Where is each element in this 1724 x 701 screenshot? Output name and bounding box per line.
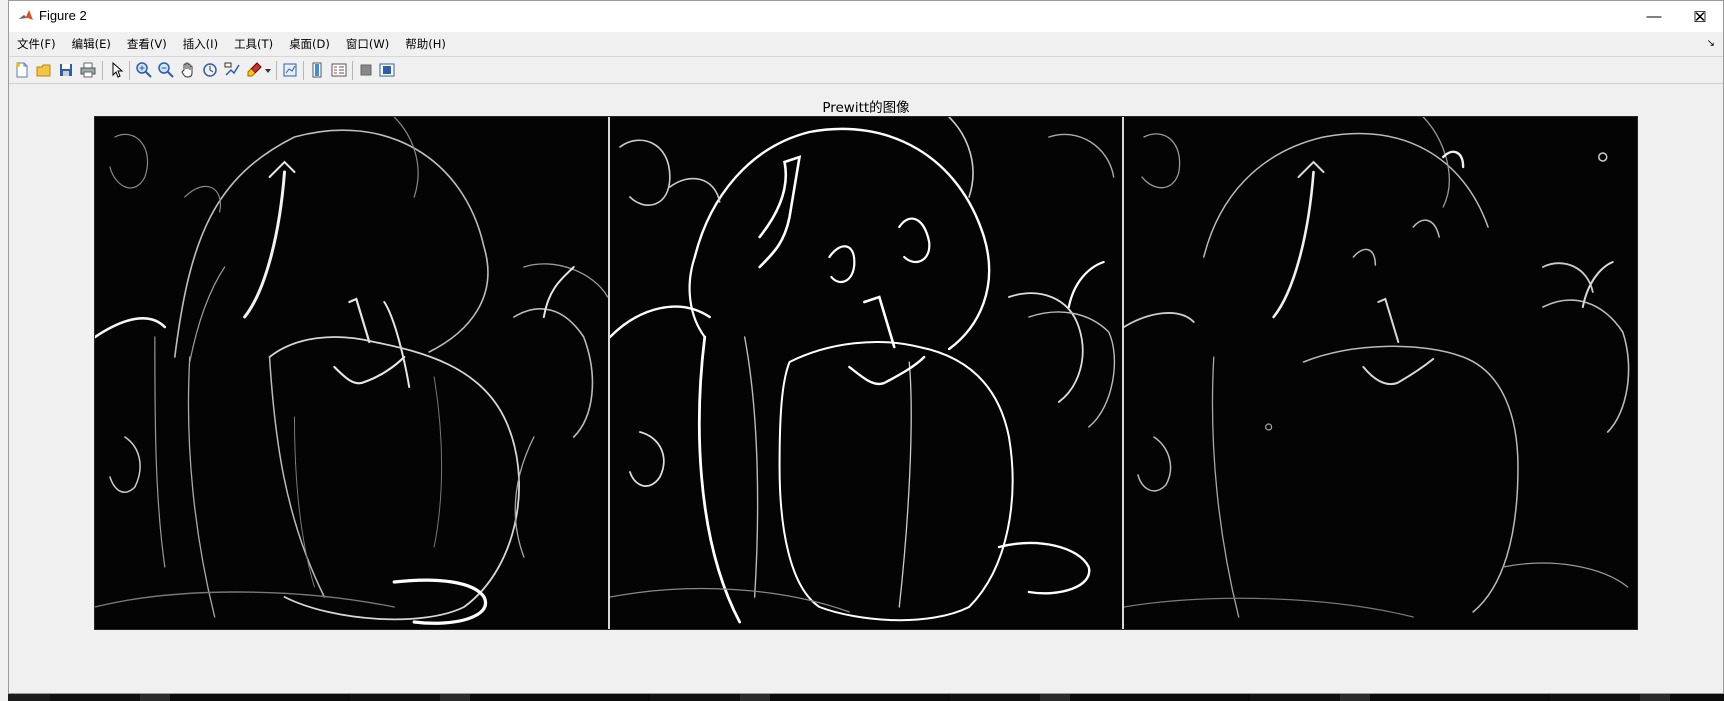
dropdown-arrow-icon[interactable] <box>263 61 273 79</box>
minimize-button[interactable]: — <box>1631 1 1677 32</box>
insert-legend-icon[interactable] <box>330 61 348 79</box>
print-icon[interactable] <box>79 61 97 79</box>
save-icon[interactable] <box>57 61 75 79</box>
menu-tools[interactable]: 工具(T) <box>226 32 281 56</box>
zoom-in-icon[interactable] <box>135 61 153 79</box>
menu-edit[interactable]: 编辑(E) <box>64 32 119 56</box>
menu-desktop[interactable]: 桌面(D) <box>281 32 338 56</box>
figure-title: Prewitt的图像 <box>822 100 910 116</box>
data-cursor-icon[interactable] <box>223 61 241 79</box>
edge-image-graphic <box>95 117 608 625</box>
rotate-3d-icon[interactable] <box>201 61 219 79</box>
pan-hand-icon[interactable] <box>179 61 197 79</box>
new-figure-icon[interactable] <box>13 61 31 79</box>
toolbar-separator <box>129 61 130 80</box>
prewitt-edge-image-1[interactable] <box>95 117 608 629</box>
dock-figure-icon[interactable]: ↘ <box>1707 38 1715 49</box>
toolbar-separator <box>276 61 277 80</box>
prewitt-edge-image-3[interactable] <box>1122 117 1638 629</box>
window-title: Figure 2 <box>39 8 87 23</box>
toolbar-separator <box>352 61 353 80</box>
background-window-fragment <box>0 0 8 701</box>
close-button[interactable]: ✕ <box>1677 1 1723 32</box>
hide-plot-tools-icon[interactable] <box>357 61 375 79</box>
image-axes-row <box>94 116 1638 630</box>
zoom-out-icon[interactable] <box>157 61 175 79</box>
figure-toolbar <box>9 56 1723 84</box>
insert-colorbar-icon[interactable] <box>308 61 326 79</box>
menu-bar: 文件(F) 编辑(E) 查看(V) 插入(I) 工具(T) 桌面(D) 窗口(W… <box>9 32 1723 56</box>
select-arrow-icon[interactable] <box>108 61 126 79</box>
menu-window[interactable]: 窗口(W) <box>338 32 397 56</box>
edge-image-graphic <box>609 117 1115 624</box>
prewitt-edge-image-2[interactable] <box>607 117 1123 629</box>
menu-file[interactable]: 文件(F) <box>9 32 64 56</box>
link-plot-icon[interactable] <box>281 61 299 79</box>
title-bar[interactable]: Figure 2 — ☐ <box>9 1 1723 32</box>
matlab-icon <box>18 8 34 24</box>
brush-icon[interactable] <box>245 61 263 79</box>
open-file-icon[interactable] <box>35 61 53 79</box>
menu-insert[interactable]: 插入(I) <box>175 32 226 56</box>
toolbar-separator <box>102 61 103 80</box>
toolbar-separator <box>303 61 304 80</box>
menu-help[interactable]: 帮助(H) <box>397 32 454 56</box>
menu-view[interactable]: 查看(V) <box>119 32 175 56</box>
show-plot-tools-icon[interactable] <box>378 61 396 79</box>
figure-window: Figure 2 — ☐ ✕ 文件(F) 编辑(E) 查看(V) 插入(I) 工… <box>8 0 1724 694</box>
edge-image-graphic <box>1124 117 1630 618</box>
